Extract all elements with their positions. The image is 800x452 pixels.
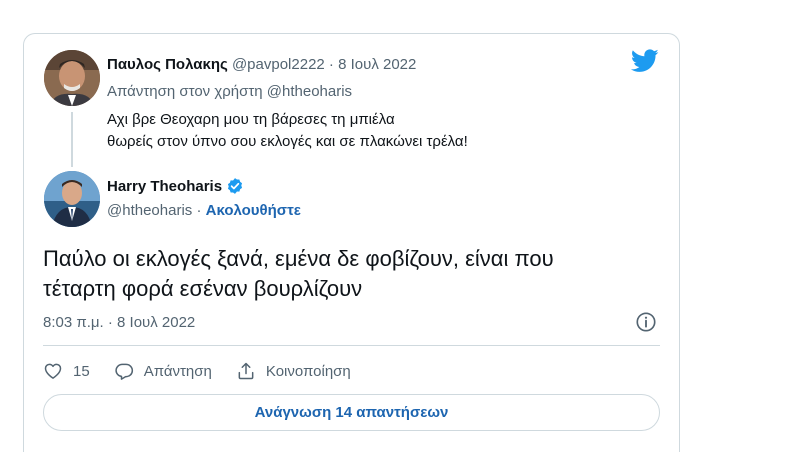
main-text-line: Παύλο οι εκλογές ξανά, εμένα δε φοβίζουν…: [43, 246, 554, 271]
verified-badge-icon: [227, 178, 243, 194]
main-tweet-text: Παύλο οι εκλογές ξανά, εμένα δε φοβίζουν…: [43, 244, 554, 304]
twitter-bird-icon[interactable]: [631, 49, 659, 73]
reply-tweet-text: Αχι βρε Θεοχαρη μου τη βάρεσες τη μπιέλα…: [107, 109, 468, 153]
reply-label: Απάντηση: [143, 362, 212, 380]
reply-author-handle[interactable]: @pavpol2222: [232, 56, 325, 73]
replying-to-handle[interactable]: @htheoharis: [267, 83, 352, 100]
avatar-photo-icon: [44, 50, 100, 106]
main-author-name[interactable]: Harry Theoharis: [107, 178, 222, 195]
read-replies-button[interactable]: Ανάγνωση 14 απαντήσεων: [43, 394, 660, 431]
reply-text-line: θωρείς στον ύπνο σου εκλογές και σε πλακ…: [107, 133, 468, 150]
main-tweet-handle-row: @htheoharis · Ακολουθήστε: [107, 202, 301, 219]
share-icon: [238, 362, 254, 380]
tweet-timestamp[interactable]: 8:03 π.μ. · 8 Ιουλ 2022: [43, 314, 195, 331]
share-button[interactable]: Κοινοποίηση: [236, 361, 351, 381]
info-icon[interactable]: [635, 311, 657, 333]
reply-separator: ·: [324, 56, 339, 73]
reply-text-line: Αχι βρε Θεοχαρη μου τη βάρεσες τη μπιέλα: [107, 111, 395, 128]
reply-date[interactable]: 8 Ιουλ 2022: [338, 56, 416, 73]
tweet-actions-bar: 15 Απάντηση Κοινοποίηση: [43, 358, 375, 384]
thread-connector-line: [71, 112, 73, 167]
reply-button[interactable]: Απάντηση: [114, 361, 212, 381]
replying-to-label: Απάντηση στον χρήστη: [107, 83, 263, 100]
reply-tweet-header: Παυλος Πολακης @pavpol2222 · 8 Ιουλ 2022: [107, 56, 416, 73]
like-button[interactable]: 15: [43, 361, 90, 381]
main-author-handle[interactable]: @htheoharis: [107, 202, 192, 219]
reply-author-name[interactable]: Παυλος Πολακης: [107, 56, 228, 73]
share-label: Κοινοποίηση: [265, 362, 351, 380]
replying-to-line: Απάντηση στον χρήστη @htheoharis: [107, 83, 352, 100]
heart-icon: [44, 363, 62, 379]
main-text-line: τέταρτη φορά εσέναν βουρλίζουν: [43, 276, 363, 301]
main-tweet-author: Harry Theoharis: [107, 177, 244, 195]
reply-bubble-icon: [115, 363, 133, 380]
avatar-harry[interactable]: [44, 171, 100, 227]
follow-link[interactable]: Ακολουθήστε: [206, 202, 301, 219]
divider: [43, 345, 660, 346]
like-count: 15: [73, 362, 90, 380]
avatar-photo-icon: [44, 171, 100, 227]
handle-separator: ·: [192, 202, 206, 219]
avatar-pavlos[interactable]: [44, 50, 100, 106]
tweet-card: Παυλος Πολακης @pavpol2222 · 8 Ιουλ 2022…: [23, 33, 680, 452]
